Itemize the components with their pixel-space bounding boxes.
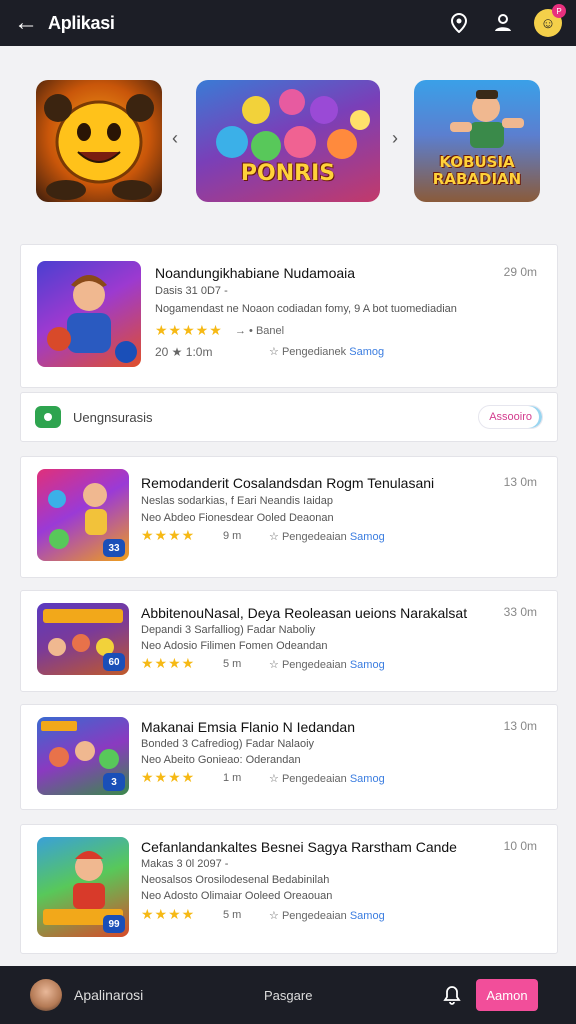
featured-app-badge [115, 341, 137, 363]
app-thumbnail: 99 [37, 837, 129, 937]
user-icon[interactable] [492, 12, 514, 34]
app-meta: Neslas sodarkias, f Eari Neandis Iaidap [141, 495, 333, 507]
bottom-center-link[interactable]: Pasgare [264, 988, 424, 1003]
featured-app-description: Nogamendast ne Noaon codiadan fomy, 9 A … [155, 303, 457, 315]
star-outline-icon: ☆ [269, 346, 279, 358]
app-link[interactable]: Samog [350, 659, 385, 671]
app-badge: 60 [103, 653, 125, 671]
featured-carousel: ‹ PONRIS › KOBUSIA RABADIAN [0, 66, 576, 216]
notification-dot: P [552, 4, 566, 18]
featured-app-category: Pengedianek [281, 346, 347, 358]
app-card[interactable]: 33 Remodanderit Cosalandsdan Rogm Tenula… [20, 456, 558, 578]
app-badge: 33 [103, 539, 125, 557]
app-developer: Neosalsos Orosilodesenal Bedabinilah [141, 874, 330, 886]
app-name: Cefanlandankaltes Besnei Sagya Rarstham … [141, 839, 457, 855]
app-size: 9 m [223, 530, 242, 542]
app-thumbnail: 3 [37, 717, 129, 795]
app-category-row: ☆ Pengedeaian Samog [269, 658, 385, 671]
featured-app-name: Noandungikhabiane Nudamoaia [155, 265, 356, 281]
star-outline-icon: ☆ [269, 910, 279, 922]
app-meta: Bonded 3 Cafrediog) Fadar Nalaoiy [141, 738, 315, 750]
app-time: 13 0m [503, 719, 537, 733]
app-category: Pengedeaian [281, 773, 347, 785]
app-thumbnail: 33 [37, 469, 129, 561]
featured-app-link[interactable]: Samog [349, 346, 384, 358]
app-developer: Neo Abeito Gonieao: Oderandan [141, 754, 301, 766]
bell-icon[interactable] [442, 985, 462, 1005]
app-badge: 99 [103, 915, 125, 933]
app-time: 13 0m [503, 475, 537, 489]
app-thumbnail: 60 [37, 603, 129, 675]
app-developer-2: Neo Adosto Olimaiar Ooleed Oreaouan [141, 890, 333, 902]
app-category: Pengedeaian [281, 910, 347, 922]
featured-app-subtext: → • Banel [235, 325, 285, 337]
featured-app-date: Dasis 31 0D7 - [155, 285, 228, 297]
app-developer: Neo Abdeo Fionesdear Ooled Deaonan [141, 512, 334, 524]
app-badge: 3 [103, 773, 125, 791]
app-size: 5 m [223, 909, 242, 921]
app-time: 10 0m [503, 839, 537, 853]
user-avatar[interactable] [30, 979, 62, 1011]
featured-app-time: 29 0m [503, 265, 537, 279]
bottom-label[interactable]: Apalinarosi [74, 987, 264, 1003]
carousel-banner-game-2[interactable]: KOBUSIA RABADIAN [414, 80, 540, 202]
app-card[interactable]: 60 AbbitenouNasal, Deya Reoleasan ueions… [20, 590, 558, 692]
app-category-row: ☆ Pengedeaian Samog [269, 772, 385, 785]
bottom-action-button[interactable]: Aamon [476, 979, 538, 1011]
app-category: Pengedeaian [281, 531, 347, 543]
bottom-bar: Apalinarosi Pasgare Aamon [0, 966, 576, 1024]
app-rating: ★★★★ [141, 655, 196, 671]
app-category-row: ☆ Pengedeaian Samog [269, 530, 385, 543]
app-rating: ★★★★ [141, 527, 196, 543]
app-size: 1 m [223, 772, 242, 784]
back-arrow-icon[interactable]: ← [14, 9, 48, 37]
carousel-banner-title: PONRIS [240, 161, 336, 186]
app-card[interactable]: 3 Makanai Emsia Flanio N Iedandan 13 0m … [20, 704, 558, 810]
app-category-row: ☆ Pengedeaian Samog [269, 909, 385, 922]
location-pin-icon[interactable] [448, 12, 470, 34]
star-outline-icon: ☆ [269, 773, 279, 785]
star-outline-icon: ☆ [269, 659, 279, 671]
app-meta: Makas 3 0l 2097 - [141, 858, 229, 870]
carousel-banner-mascot[interactable] [36, 80, 162, 202]
app-time: 33 0m [503, 605, 537, 619]
smiley-icon: ☺ [540, 14, 556, 32]
carousel-prev-icon[interactable]: ‹ [172, 128, 178, 149]
promo-button[interactable]: Assooiro [478, 405, 543, 429]
app-meta: Depandi 3 Sarfalliog) Fadar Naboliy [141, 624, 316, 636]
carousel-banner-game[interactable]: PONRIS [196, 80, 380, 202]
promo-label: Uengnsurasis [73, 409, 153, 425]
app-card[interactable]: 99 Cefanlandankaltes Besnei Sagya Rarsth… [20, 824, 558, 954]
page-title: Aplikasi [48, 12, 115, 33]
star-outline-icon: ☆ [269, 531, 279, 543]
app-rating: ★★★★ [141, 906, 196, 922]
app-link[interactable]: Samog [350, 531, 385, 543]
featured-app-thumbnail [37, 261, 141, 367]
app-name: Remodanderit Cosalandsdan Rogm Tenulasan… [141, 475, 435, 491]
app-developer: Neo Adosio Filimen Fomen Odeandan [141, 640, 328, 652]
profile-avatar[interactable]: ☺ P [534, 4, 566, 37]
featured-app-rating: ★★★★★ [155, 322, 223, 338]
top-bar: ← Aplikasi ☺ P [0, 0, 576, 46]
store-icon [35, 406, 61, 428]
featured-app-size: 20 ★ 1:0m [155, 345, 213, 359]
promo-row[interactable]: Uengnsurasis Assooiro [20, 392, 558, 442]
app-category: Pengedeaian [281, 659, 347, 671]
carousel-banner-title-2: KOBUSIA RABADIAN [432, 153, 522, 188]
carousel-next-icon[interactable]: › [392, 128, 398, 149]
featured-app-card[interactable]: Noandungikhabiane Nudamoaia 29 0m Dasis … [20, 244, 558, 388]
app-rating: ★★★★ [141, 769, 196, 785]
app-name: AbbitenouNasal, Deya Reoleasan ueions Na… [141, 605, 468, 621]
app-link[interactable]: Samog [350, 910, 385, 922]
app-size: 5 m [223, 658, 242, 670]
featured-app-category-row: ☆ Pengedianek Samog [269, 345, 384, 358]
app-name: Makanai Emsia Flanio N Iedandan [141, 719, 356, 735]
app-link[interactable]: Samog [350, 773, 385, 785]
